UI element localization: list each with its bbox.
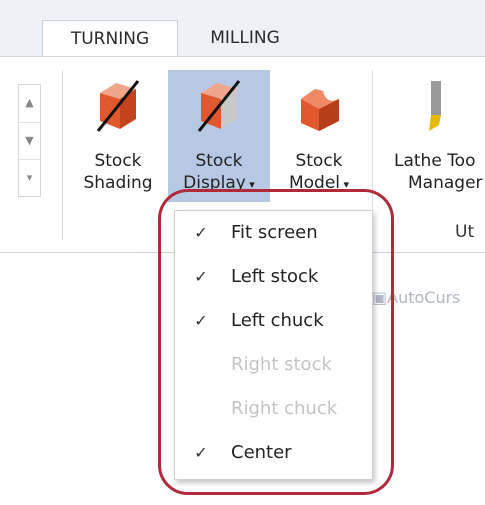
autocursor-icon: ▣	[372, 288, 388, 307]
stock-model-button[interactable]: Stock Model ▾	[272, 70, 366, 202]
chevron-down-icon: ▾	[340, 178, 350, 191]
tab-milling[interactable]: MILLING	[190, 20, 300, 57]
stock-model-label-1: Stock	[295, 151, 343, 171]
menu-item-label: Right chuck	[231, 398, 338, 419]
stock-display-dropdown: ✓ Fit screen ✓ Left stock ✓ Left chuck R…	[174, 210, 373, 480]
checkmark-icon: ✓	[194, 443, 208, 462]
menu-item-right-chuck: Right chuck	[175, 387, 372, 431]
stock-shading-label-1: Stock	[94, 151, 142, 171]
stock-model-label-2: Model ▾	[272, 172, 366, 196]
chevron-down-icon: ▾	[245, 178, 255, 191]
lathe-tool-icon	[428, 81, 441, 131]
stock-shading-label-2: Shading	[83, 173, 153, 193]
menu-item-label: Fit screen	[231, 222, 318, 243]
autocursor-label: AutoCurs	[387, 288, 461, 307]
stock-display-button[interactable]: Stock Display ▾	[168, 70, 270, 202]
autocursor-button[interactable]: ▣AutoCurs	[372, 288, 461, 307]
menu-item-left-chuck[interactable]: ✓ Left chuck	[175, 299, 372, 343]
stock-model-icon	[301, 89, 339, 131]
menu-item-label: Left chuck	[231, 310, 324, 331]
lathe-tool-label-2: Manager	[408, 173, 483, 193]
stock-shading-icon	[96, 80, 140, 132]
ribbon-tab-strip: TURNING MILLING	[0, 0, 485, 57]
menu-item-right-stock: Right stock	[175, 343, 372, 387]
menu-item-label: Right stock	[231, 354, 332, 375]
lathe-tool-manager-button[interactable]: Lathe Too Manager	[384, 70, 485, 202]
stock-display-label-text: Display	[183, 173, 246, 193]
menu-item-fit-screen[interactable]: ✓ Fit screen	[175, 211, 372, 255]
checkmark-icon: ✓	[194, 267, 208, 286]
gallery-scroll-controls: ▲ ▼ ▾	[18, 84, 41, 197]
menu-item-center[interactable]: ✓ Center	[175, 431, 372, 475]
tab-turning[interactable]: TURNING	[42, 20, 178, 57]
menu-item-left-stock[interactable]: ✓ Left stock	[175, 255, 372, 299]
stock-shading-button[interactable]: Stock Shading	[70, 70, 166, 202]
ribbon-group-separator	[62, 70, 63, 240]
stock-display-icon	[197, 80, 241, 132]
checkmark-icon: ✓	[194, 311, 208, 330]
utilities-group-caption: Ut	[455, 222, 475, 242]
stock-model-label-text: Model	[288, 173, 340, 193]
gallery-expand-icon[interactable]: ▾	[19, 159, 40, 196]
lathe-tool-label-1: Lathe Too	[394, 151, 476, 171]
gallery-scroll-down-icon[interactable]: ▼	[19, 122, 40, 159]
menu-item-label: Center	[231, 442, 292, 463]
menu-item-label: Left stock	[231, 266, 319, 287]
stock-display-label-1: Stock	[195, 151, 243, 171]
checkmark-icon: ✓	[194, 223, 208, 242]
gallery-scroll-up-icon[interactable]: ▲	[19, 85, 40, 121]
stock-display-label-2: Display ▾	[168, 172, 270, 196]
